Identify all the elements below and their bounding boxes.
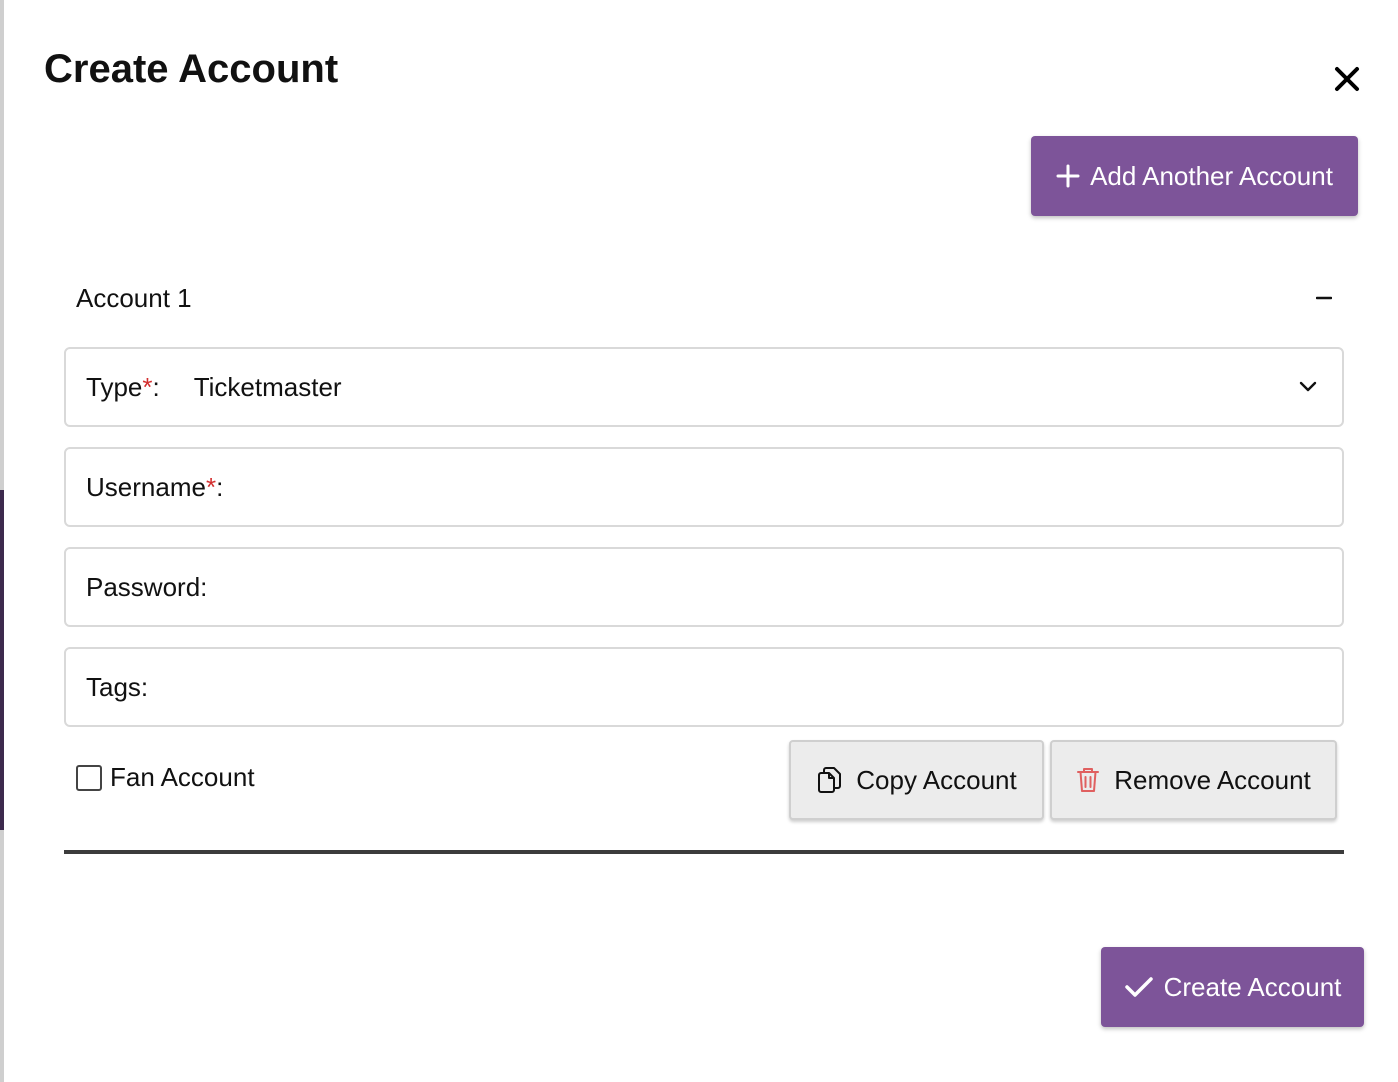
copy-account-button[interactable]: Copy Account (789, 740, 1044, 820)
username-field[interactable]: Username*: (64, 447, 1344, 527)
required-marker: * (205, 471, 217, 502)
username-input[interactable] (233, 456, 1322, 518)
check-icon (1124, 977, 1153, 997)
type-select[interactable]: Type*: Ticketmaster (64, 347, 1344, 427)
required-marker: * (142, 371, 153, 402)
username-label: Username*: (86, 471, 224, 502)
trash-icon (1077, 768, 1100, 792)
create-account-modal: Create Account Add Another Account Accou… (4, 0, 1398, 1082)
create-account-label: Create Account (1163, 971, 1342, 1002)
type-label: Type*: (86, 371, 160, 402)
add-another-account-button[interactable]: Add Another Account (1031, 136, 1358, 216)
fan-account-label: Fan Account (110, 762, 255, 792)
password-input[interactable] (217, 556, 1322, 618)
remove-account-button[interactable]: Remove Account (1050, 740, 1337, 820)
remove-account-label: Remove Account (1114, 764, 1311, 795)
copy-account-label: Copy Account (856, 764, 1017, 795)
plus-icon (1056, 164, 1080, 188)
add-another-account-label: Add Another Account (1090, 160, 1333, 191)
fan-account-toggle[interactable]: Fan Account (76, 762, 255, 793)
password-field[interactable]: Password: (64, 547, 1344, 627)
close-button[interactable] (1326, 58, 1368, 100)
collapse-account-button[interactable] (1304, 280, 1344, 316)
modal-title: Create Account (44, 47, 339, 91)
tags-label: Tags: (86, 671, 149, 702)
create-account-button[interactable]: Create Account (1101, 947, 1364, 1027)
tags-input[interactable] (158, 656, 1322, 718)
tags-field[interactable]: Tags: (64, 647, 1344, 727)
section-divider (64, 850, 1344, 854)
password-label: Password: (86, 571, 208, 602)
close-icon (1335, 67, 1359, 91)
chevron-down-icon (1296, 375, 1320, 399)
type-value: Ticketmaster (193, 371, 342, 402)
minus-icon (1316, 296, 1332, 300)
account-section-title: Account 1 (76, 283, 192, 313)
copy-icon (818, 767, 842, 793)
fan-account-checkbox[interactable] (76, 764, 102, 791)
